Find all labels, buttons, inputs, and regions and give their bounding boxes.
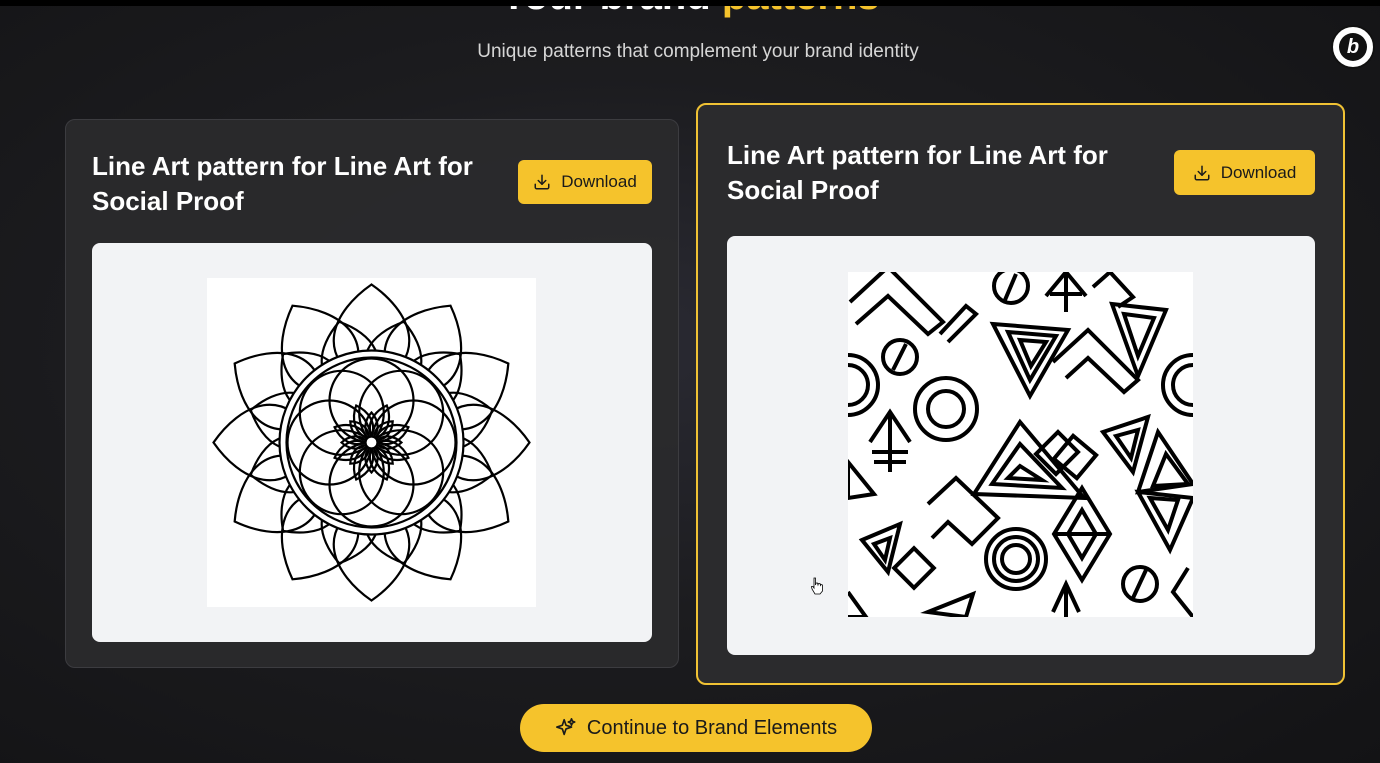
download-icon [1194,165,1210,180]
pattern-card-title: Line Art pattern for Line Art for Social… [92,151,473,216]
pattern-preview [92,243,652,642]
continue-button-label: Continue to Brand Elements [586,716,838,739]
download-button[interactable]: Download [518,160,652,204]
download-label: Download [561,172,637,191]
page-subtitle: Unique patterns that complement your bra… [477,41,919,62]
pattern-card-2[interactable]: Line Art pattern for Line Art for Social… [696,103,1345,685]
continue-button[interactable]: Continue to Brand Elements [520,704,872,752]
download-button[interactable]: Download [1174,150,1315,195]
download-label: Download [1220,162,1297,182]
top-bar [0,0,1380,6]
brand-badge-icon[interactable]: b [1331,25,1375,69]
brand-badge-letter: b [1339,33,1367,61]
download-icon [534,174,550,190]
mandala-pattern-image [207,278,536,607]
pattern-card-1[interactable]: Line Art pattern for Line Art for Social… [65,119,679,668]
pattern-card-title: Line Art pattern for Line Art for Social… [727,140,1108,205]
hand-cursor-icon [811,577,823,595]
geometric-pattern-image [848,272,1193,617]
sparkles-icon [555,718,576,736]
